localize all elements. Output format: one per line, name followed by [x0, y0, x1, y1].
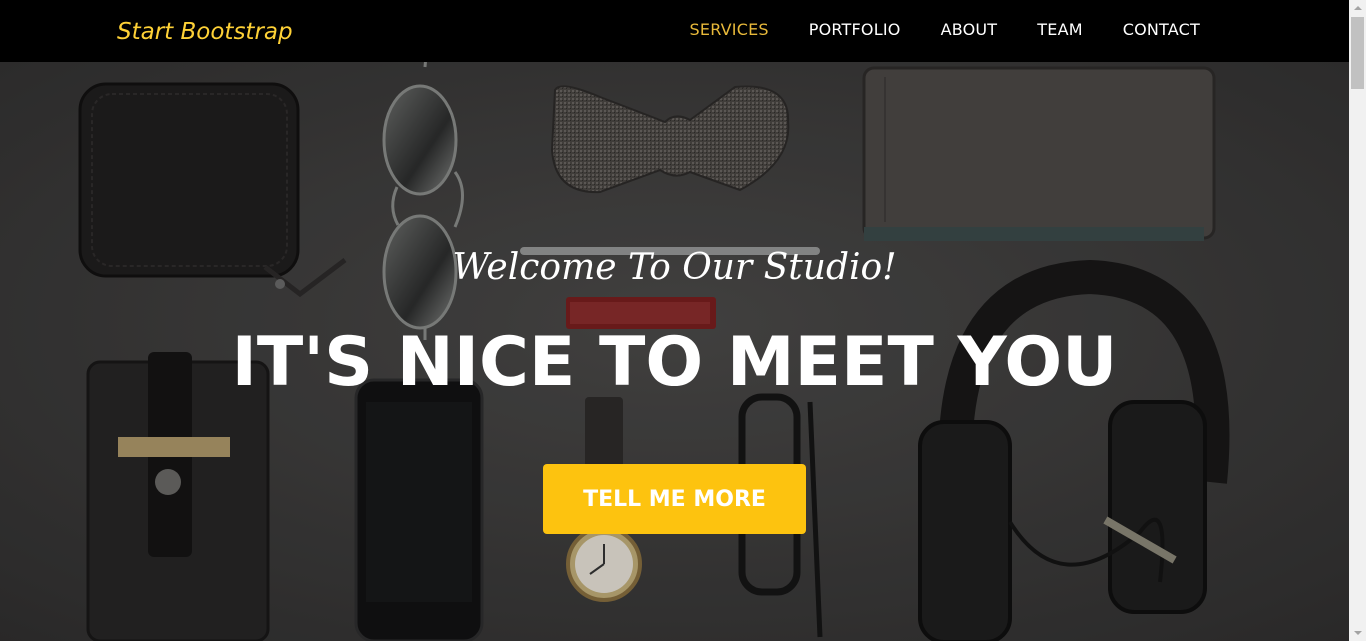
nav-item-team: TEAM: [1037, 19, 1082, 41]
scrollbar-thumb[interactable]: [1351, 17, 1364, 89]
scroll-down-arrow-icon[interactable]: [1349, 624, 1366, 641]
nav-item-about: ABOUT: [941, 19, 998, 41]
scroll-up-arrow-icon[interactable]: [1349, 0, 1366, 17]
hero-subheading: Welcome To Our Studio!: [452, 247, 897, 288]
page: Start Bootstrap SERVICES PORTFOLIO ABOUT…: [0, 0, 1366, 641]
vertical-scrollbar[interactable]: [1349, 0, 1366, 641]
nav-link-contact[interactable]: CONTACT: [1123, 19, 1200, 41]
nav-menu: SERVICES PORTFOLIO ABOUT TEAM CONTACT: [690, 19, 1200, 41]
navbar: Start Bootstrap SERVICES PORTFOLIO ABOUT…: [0, 0, 1349, 62]
nav-link-team[interactable]: TEAM: [1037, 19, 1082, 41]
brand-logo[interactable]: Start Bootstrap: [117, 16, 293, 48]
tell-me-more-button[interactable]: TELL ME MORE: [543, 464, 806, 534]
nav-item-contact: CONTACT: [1123, 19, 1200, 41]
hero-heading: IT'S NICE TO MEET YOU: [231, 323, 1118, 402]
nav-item-services: SERVICES: [690, 19, 769, 41]
nav-link-portfolio[interactable]: PORTFOLIO: [809, 19, 901, 41]
hero-section: Welcome To Our Studio! IT'S NICE TO MEET…: [0, 62, 1349, 641]
nav-link-services[interactable]: SERVICES: [690, 19, 769, 41]
nav-item-portfolio: PORTFOLIO: [809, 19, 901, 41]
nav-link-about[interactable]: ABOUT: [941, 19, 998, 41]
